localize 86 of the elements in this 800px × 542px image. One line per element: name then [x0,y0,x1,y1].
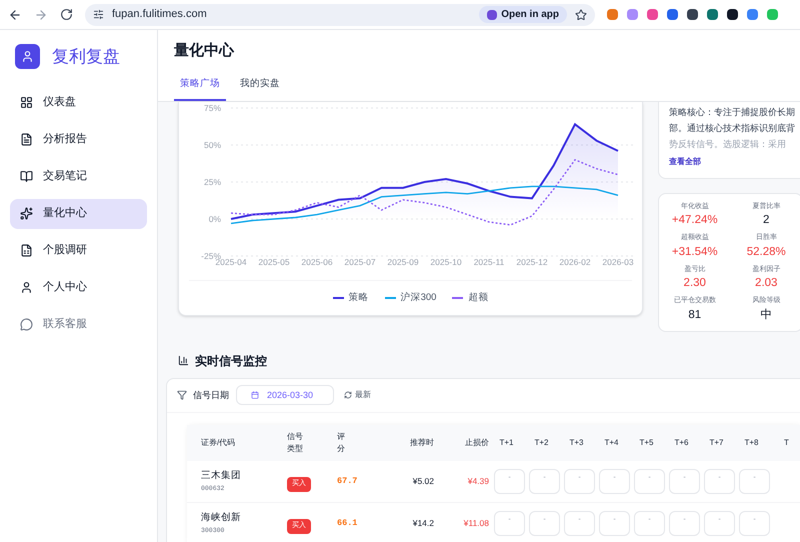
filter-label: 信号日期 [193,388,229,402]
description-text: 策略核心：专注于捕捉股价长期 [669,106,796,119]
forward-icon[interactable] [34,8,48,22]
stat-value: 2 [763,213,770,228]
description-text: 部。通过核心技术指标识别底背 [669,122,796,135]
column-header: 评 分 [337,430,346,455]
refresh-icon [344,391,352,400]
refresh-button[interactable]: 最新 [344,389,371,402]
stock-name: 三木集团 [201,469,242,484]
x-axis-label: 2025-11 [474,256,504,267]
legend-swatch [452,296,464,299]
column-header: T+2 [533,436,550,449]
open-in-app-button[interactable]: Open in app [479,6,567,23]
column-header: T+7 [708,436,724,449]
column-header: 止损价 [464,436,489,449]
sidebar-item[interactable]: 仪表盘 [10,88,147,118]
document-icon [20,244,33,257]
y-axis-label: 75% [204,102,221,113]
column-header: T+6 [673,436,690,449]
site-settings-icon[interactable] [93,9,104,20]
x-axis-label: 2026-02 [559,256,591,267]
column-header: T+8 [743,436,760,449]
recommend-price-cell-text: ¥5.02 [412,474,434,488]
legend-swatch [332,296,344,299]
user-icon [20,281,33,294]
stat-value: 中 [760,308,772,323]
chat-bubble-icon [20,318,33,331]
back-icon[interactable] [8,8,22,22]
y-axis-label: 25% [204,176,221,187]
column-header: 证券/代码 [200,436,236,449]
sparkle-icon [20,207,33,220]
legend-swatch [384,296,396,299]
x-axis-label: 2026-03 [602,256,634,267]
stop-price-cell-text: ¥11.08 [462,516,489,530]
y-axis-label: 50% [204,140,221,150]
calendar-icon [251,391,259,400]
sidebar-item[interactable]: 量化中心 [10,198,147,228]
stop-price-cell-text: ¥4.39 [466,474,489,488]
score-cell-text: 67.7 [337,474,358,488]
filter-icon [177,390,187,400]
stat-value: 2.30 [684,276,706,292]
address-bar[interactable]: fupan.fulitimes.com Open in app [85,4,595,26]
legend-label: 沪深300 [400,290,436,305]
legend-label: 超额 [468,290,488,305]
sidebar-item[interactable]: 分析报告 [10,124,147,154]
date-field[interactable]: 2026-03-30 [236,385,334,406]
logo-icon [15,44,40,70]
url-text: fupan.fulitimes.com [112,7,208,22]
document-icon [20,133,33,146]
view-all-link[interactable]: 查看全部 [669,156,800,168]
reload-icon[interactable] [60,8,73,21]
recommend-price-cell-text: ¥14.2 [412,516,434,530]
tab[interactable]: 我的实盘 [234,74,286,101]
x-axis-label: 2025-05 [258,256,290,267]
bookmark-star-icon[interactable] [575,8,587,20]
stat-value: 2.03 [755,276,778,292]
column-header: T+1 [498,436,514,449]
legend-label: 策略 [348,290,369,305]
column-header: T [783,436,790,449]
column-header: T+3 [568,436,584,449]
score-cell-text: 66.1 [337,516,358,530]
y-axis-label: 0% [208,214,221,224]
x-axis-label: 2025-12 [516,256,548,267]
x-axis-label: 2025-06 [301,256,333,267]
stat-value: +47.24% [672,213,718,228]
sidebar-item[interactable]: 个股调研 [10,236,147,266]
stat-value: 52.28% [746,244,786,260]
bar-chart-icon [178,355,189,366]
sidebar-item[interactable]: 交易笔记 [10,162,147,192]
description-text: 势反转信号。选股逻辑：采用 [669,138,787,151]
x-axis-label: 2025-10 [430,256,462,267]
stock-name: 海峡创新 [201,511,242,526]
x-axis-label: 2025-07 [344,256,376,267]
column-header: 信号 类型 [287,430,304,455]
x-axis-label: 2025-09 [387,256,419,267]
brand-name: 复利复盘 [52,46,120,68]
grid-icon [20,96,33,109]
book-icon [20,170,33,183]
column-header: 推荐时 [409,436,434,449]
stat-value: +31.54% [672,244,718,260]
page-title: 量化中心 [174,41,236,61]
column-header: T+5 [638,436,654,449]
section-title: 实时信号监控 [195,352,267,370]
column-header: T+4 [603,436,620,449]
stat-value: 81 [688,308,702,323]
sidebar-item[interactable]: 个人中心 [10,272,147,302]
